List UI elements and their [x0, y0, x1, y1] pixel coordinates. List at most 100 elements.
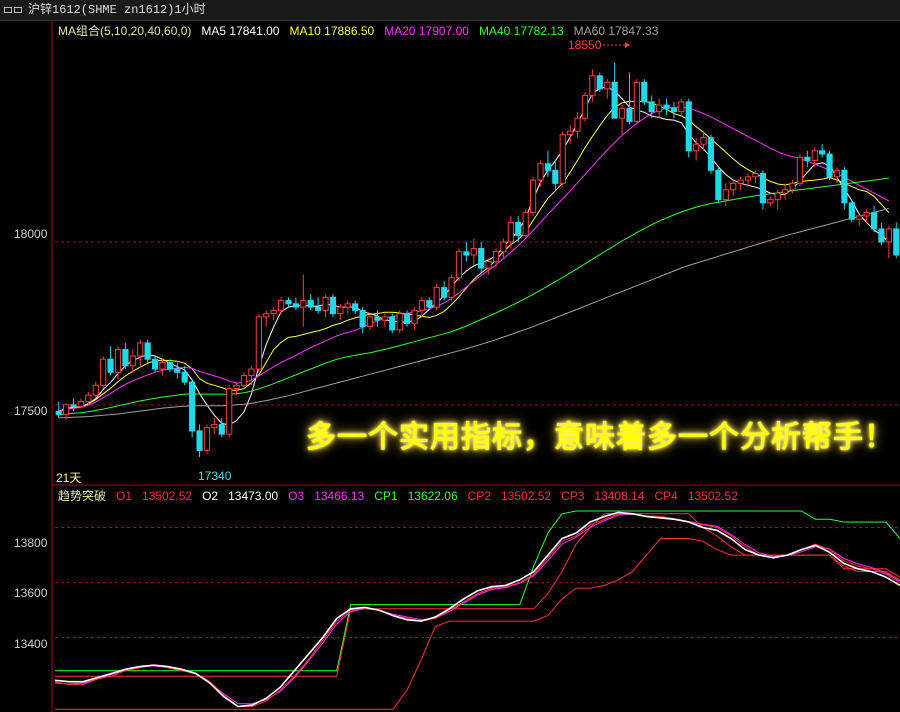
candle-body — [693, 143, 700, 152]
indicator-legend-item-11: CP3 — [561, 489, 585, 503]
candle-body — [344, 303, 351, 308]
candle-body — [529, 179, 537, 214]
candle-body — [433, 287, 440, 308]
candle-body — [240, 375, 248, 386]
candle-body — [544, 163, 552, 171]
indicator-tick-13600: 13600 — [14, 586, 48, 600]
candle-body — [255, 316, 262, 370]
ma-legend-item-2: MA10 17886.50 — [289, 24, 375, 38]
candle-body — [263, 313, 270, 318]
candle-body — [641, 81, 648, 103]
candle-body — [411, 309, 418, 324]
candle-body — [744, 176, 752, 181]
candle-body — [522, 212, 529, 236]
candle-body — [174, 368, 181, 373]
window-icon[interactable] — [4, 7, 22, 13]
candle-body — [248, 368, 255, 377]
candle-body — [589, 75, 596, 96]
promo-slogan: 多一个实用指标，意味着多一个分析帮手！ — [306, 420, 895, 455]
candle-body — [574, 117, 581, 132]
candle-body — [559, 133, 566, 184]
indicator-legend-item-12: 13408.14 — [594, 489, 645, 503]
trend-breakout-lines — [54, 510, 900, 710]
candle-body — [470, 247, 477, 256]
ma-legend-item-1: MA5 17841.00 — [201, 24, 280, 38]
indicator-legend-item-1: O1 — [116, 489, 133, 503]
candle-body — [381, 316, 388, 321]
candle-body — [841, 169, 848, 204]
candle-body — [366, 316, 374, 328]
candle-body — [159, 362, 166, 370]
candle-body — [878, 228, 885, 243]
indicator-line-cp3 — [55, 538, 900, 710]
period-label: 21天 — [56, 471, 82, 485]
low-price-label: 17340 — [198, 469, 232, 483]
indicator-legend-item-7: CP1 — [374, 489, 398, 503]
title-bar: 沪锌1612(SHME zn1612)1小时 — [0, 0, 900, 21]
candle-body — [233, 384, 240, 390]
window-title: 沪锌1612(SHME zn1612)1小时 — [28, 3, 206, 17]
candle-body — [767, 199, 774, 204]
candle-body — [151, 358, 159, 370]
candle-body — [804, 156, 811, 162]
candle-body — [322, 296, 329, 311]
indicator-legend-item-9: CP2 — [467, 489, 491, 503]
candle-body — [292, 303, 299, 308]
candle-body — [359, 309, 366, 328]
candle-body — [752, 173, 759, 178]
candle-body — [789, 182, 796, 191]
ma-legend-item-0: MA组合(5,10,20,40,60,0) — [58, 24, 192, 38]
indicator-legend-item-10: 13502.52 — [501, 489, 552, 503]
high-marker — [603, 42, 630, 48]
candle-body — [55, 410, 62, 416]
candle-body — [819, 150, 826, 155]
candle-body — [63, 404, 70, 416]
candle-body — [352, 303, 359, 311]
indicator-legend-item-5: O3 — [288, 489, 305, 503]
candle-body — [70, 404, 77, 407]
candle-body — [448, 277, 455, 298]
candle-body — [581, 94, 589, 119]
indicator-legend-item-6: 13466.13 — [314, 489, 365, 503]
ma-legend: MA组合(5,10,20,40,60,0) MA5 17841.00 MA10 17… — [58, 22, 668, 39]
candle-body — [700, 137, 707, 145]
candle-body — [374, 316, 381, 321]
candle-body — [567, 130, 574, 135]
price-tick-17500: 17500 — [14, 404, 48, 418]
candle-body — [730, 182, 737, 191]
candle-body — [77, 401, 85, 407]
candlestick-series — [55, 62, 900, 457]
candle-body — [329, 296, 337, 315]
candle-body — [507, 221, 514, 243]
candle-body — [426, 300, 433, 308]
chart-canvas[interactable] — [0, 0, 900, 712]
candle-body — [114, 348, 122, 373]
candle-body — [144, 342, 151, 360]
candle-body — [181, 371, 188, 383]
indicator-legend: 趋势突破 O1 13502.52 O2 13473.00 O3 13466.13 CP1 136… — [58, 487, 748, 504]
candle-body — [122, 348, 129, 367]
indicator-legend-item-0: 趋势突破 — [58, 489, 107, 503]
indicator-legend-item-2: 13502.52 — [142, 489, 193, 503]
indicator-legend-item-13: CP4 — [654, 489, 678, 503]
candle-body — [604, 81, 611, 90]
candle-body — [863, 212, 870, 217]
candle-body — [307, 300, 314, 308]
candle-body — [226, 388, 233, 435]
candle-body — [722, 189, 729, 201]
candle-body — [515, 221, 522, 236]
candle-body — [685, 101, 692, 152]
candle-body — [196, 430, 203, 451]
candle-body — [811, 150, 818, 162]
candle-body — [166, 362, 173, 370]
candle-body — [782, 189, 789, 194]
candle-body — [537, 163, 544, 181]
candle-body — [774, 192, 781, 201]
candle-body — [848, 202, 855, 220]
candle-body — [826, 153, 833, 178]
candle-body — [389, 316, 396, 331]
candle-body — [737, 179, 744, 184]
candle-body — [500, 241, 507, 253]
candle-body — [633, 81, 640, 122]
indicator-line-o2 — [54, 511, 900, 708]
